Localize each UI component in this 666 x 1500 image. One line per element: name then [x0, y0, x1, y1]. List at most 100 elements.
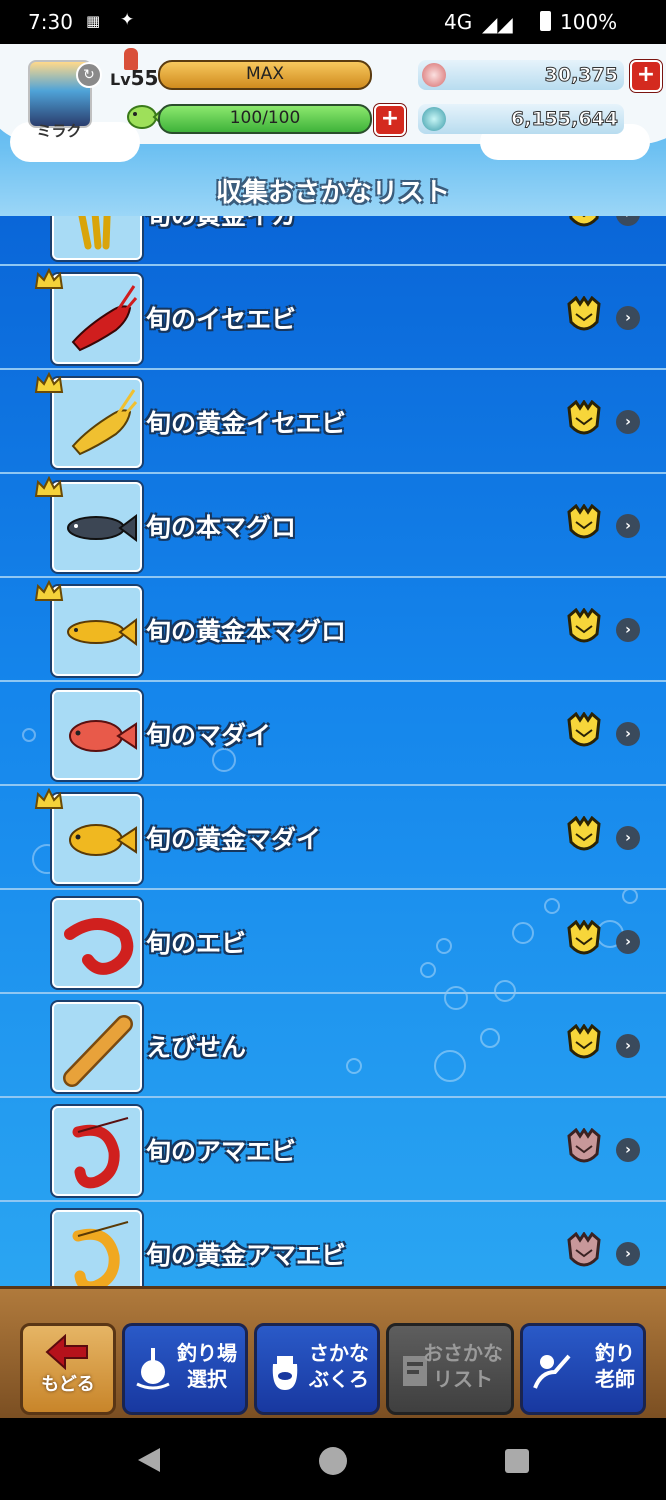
back-arrow-icon [45, 1334, 88, 1370]
fishing-teacher-button[interactable]: 釣り 老師 [520, 1323, 646, 1415]
notification-icon: ▦ [86, 12, 101, 30]
gold-medal-icon [566, 503, 602, 548]
crown-icon [34, 267, 64, 296]
fish-thumbnail [52, 898, 142, 988]
fish-thumbnail [52, 482, 142, 572]
list-item[interactable]: 旬のアマエビ › [0, 1096, 666, 1202]
coin-value: 6,155,644 [511, 108, 619, 131]
crown-icon [34, 579, 64, 608]
back-button[interactable]: もどる [20, 1323, 116, 1415]
list-item[interactable]: 旬の本マグロ › [0, 472, 666, 578]
fish-thumbnail [52, 1210, 142, 1286]
golden-spiny-lobster-icon [71, 389, 138, 456]
teacher-icon [533, 1354, 571, 1389]
chevron-right-icon[interactable]: › [616, 306, 640, 330]
chevron-right-icon[interactable]: › [616, 618, 640, 642]
list-item[interactable]: 旬の黄金本マグロ › [0, 576, 666, 682]
fish-thumbnail [52, 690, 142, 780]
golden-squid-icon [78, 216, 111, 250]
coin-counter: 6,155,644 [418, 104, 624, 134]
add-stamina-button[interactable]: + [374, 104, 406, 136]
crown-icon [34, 787, 64, 816]
chevron-right-icon[interactable]: › [616, 216, 640, 226]
fish-list[interactable]: 旬の黄金イカ›旬のイセエビ›旬の黄金イセエビ›旬の本マグロ›旬の黄金本マグロ›旬… [0, 216, 666, 1286]
exp-label: MAX [246, 64, 284, 84]
nav-recents-icon[interactable] [504, 1448, 530, 1474]
page-title: 収集おさかなリスト [215, 178, 450, 208]
gold-medal-icon [566, 295, 602, 340]
red-seabream-icon [69, 720, 137, 752]
chevron-right-icon[interactable]: › [616, 1242, 640, 1266]
fish-bag-label-1: さかな [309, 1341, 369, 1365]
fish-list-label-2: リスト [433, 1367, 493, 1391]
nav-back-icon[interactable] [136, 1446, 162, 1474]
nav-home-icon[interactable] [318, 1446, 348, 1476]
list-item[interactable]: 旬の黄金アマエビ › [0, 1200, 666, 1286]
stamina-bar: 100/100 [158, 104, 372, 134]
list-item[interactable]: 旬のマダイ › [0, 680, 666, 786]
fish-bag-button[interactable]: さかな ぶくろ [254, 1323, 380, 1415]
golden-bluefin-tuna-icon [67, 618, 137, 646]
chevron-right-icon[interactable]: › [616, 1034, 640, 1058]
fish-bag-icon [272, 1356, 298, 1390]
fish-thumbnail [52, 586, 142, 676]
list-item[interactable]: えびせん › [0, 992, 666, 1098]
bobber-icon [136, 1348, 170, 1390]
list-item[interactable]: 旬の黄金イセエビ › [0, 368, 666, 474]
gold-medal-icon [566, 919, 602, 964]
gold-medal-icon [566, 815, 602, 860]
add-gems-button[interactable]: + [630, 60, 662, 92]
golden-sweet-shrimp-icon [72, 1221, 129, 1286]
chevron-right-icon[interactable]: › [616, 930, 640, 954]
refresh-icon[interactable]: ↻ [76, 62, 102, 88]
chevron-right-icon[interactable]: › [616, 826, 640, 850]
fish-name: 旬のエビ [146, 929, 247, 958]
fish-name: 旬のマダイ [146, 721, 272, 750]
list-item[interactable]: 旬の黄金マダイ › [0, 784, 666, 890]
app-notification-icon: ✦ [120, 10, 135, 30]
fish-thumbnail [52, 1002, 142, 1092]
fish-thumbnail [52, 274, 142, 364]
teacher-label-1: 釣り [595, 1341, 635, 1365]
coin-icon [422, 107, 446, 131]
chevron-right-icon[interactable]: › [616, 410, 640, 434]
spiny-lobster-icon [71, 285, 138, 352]
fish-bag-label-2: ぶくろ [309, 1367, 369, 1391]
fish-thumbnail [52, 794, 142, 884]
fish-name: 旬の黄金本マグロ [146, 617, 347, 646]
bottom-nav: もどる 釣り場 選択 さかな ぶくろ おさかな リスト 釣り 老師 [0, 1286, 666, 1421]
level-prefix: Lv [110, 70, 131, 89]
exp-bar: MAX [158, 60, 372, 90]
gold-medal-icon [566, 216, 602, 236]
fishing-spot-button[interactable]: 釣り場 選択 [122, 1323, 248, 1415]
fishing-spot-label-2: 選択 [187, 1367, 227, 1391]
fish-name: えびせん [146, 1033, 247, 1062]
teacher-label-2: 老師 [595, 1367, 635, 1391]
crown-icon [34, 475, 64, 504]
bluefin-tuna-icon [67, 514, 137, 542]
list-item[interactable]: 旬のエビ › [0, 888, 666, 994]
level-number: 55 [130, 66, 159, 90]
player-name: ミラク [36, 122, 82, 140]
chevron-right-icon[interactable]: › [616, 514, 640, 538]
chevron-right-icon[interactable]: › [616, 722, 640, 746]
golden-seabream-icon [69, 824, 137, 856]
fish-name: 旬のイセエビ [146, 305, 297, 334]
fish-name: 旬のアマエビ [146, 1137, 297, 1166]
shrimp-cracker-icon [63, 1015, 133, 1087]
chevron-right-icon[interactable]: › [616, 1138, 640, 1162]
crown-icon [34, 371, 64, 400]
battery-percent: 100% [560, 10, 618, 34]
list-item[interactable]: 旬のイセエビ › [0, 264, 666, 370]
system-nav-bar [0, 1418, 666, 1500]
list-item[interactable]: 旬の黄金イカ › [0, 216, 666, 266]
status-bar: 7:30 ▦ ✦ 4G ◢◢ 100% [0, 0, 666, 44]
gold-medal-icon [566, 399, 602, 444]
back-label: もどる [41, 1374, 95, 1395]
fish-list-button[interactable]: おさかな リスト [386, 1323, 514, 1415]
bronze-medal-icon [566, 1231, 602, 1276]
fish-name: 旬の黄金アマエビ [146, 1241, 347, 1270]
fish-name: 旬の黄金イセエビ [146, 409, 347, 438]
sweet-shrimp-icon [72, 1117, 129, 1189]
shrimp-icon [64, 918, 134, 975]
